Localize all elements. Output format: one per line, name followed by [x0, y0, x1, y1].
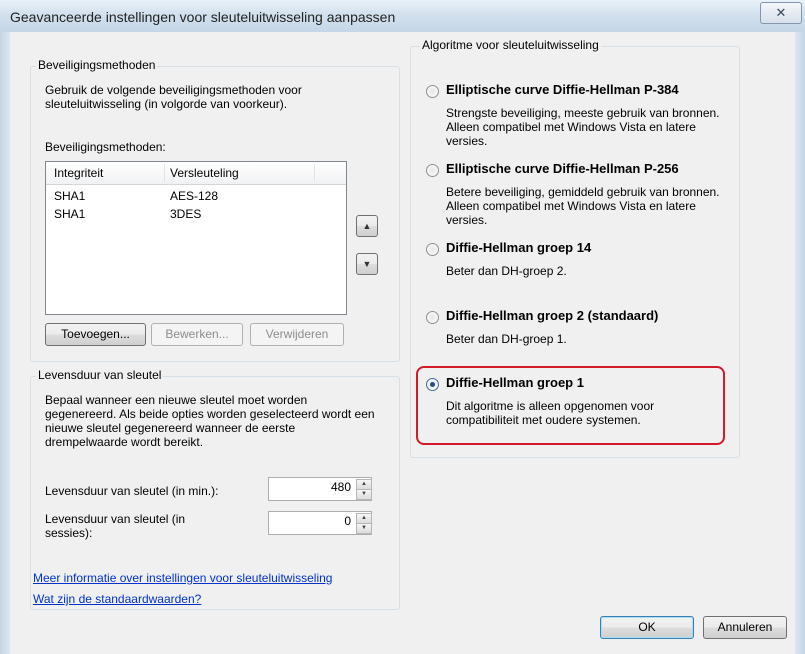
- integrity-cell: SHA1: [54, 189, 86, 203]
- move-up-button[interactable]: ▲: [356, 215, 378, 237]
- encryption-cell: AES-128: [170, 189, 219, 203]
- sessions-label: Levensduur van sleutel (in sessies):: [45, 512, 186, 540]
- remove-button[interactable]: Verwijderen: [250, 323, 344, 346]
- option-description-dh-group-2: Beter dan DH-groep 1.: [446, 332, 567, 346]
- security-methods-list[interactable]: Integriteit Versleuteling SHA1 AES-128 S…: [45, 161, 347, 315]
- security-methods-list-label: Beveiligingsmethoden:: [45, 140, 166, 154]
- key-lifetime-title: Levensduur van sleutel: [36, 368, 164, 382]
- add-button[interactable]: Toevoegen...: [45, 323, 146, 346]
- move-down-button[interactable]: ▼: [356, 253, 378, 275]
- ok-button[interactable]: OK: [600, 616, 694, 639]
- option-description-ecdh-p256: Betere beveiliging, gemiddeld gebruik va…: [446, 185, 720, 227]
- radio-selected-dot: [430, 382, 435, 387]
- security-methods-description: Gebruik de volgende beveiligingsmethoden…: [45, 83, 302, 111]
- radio-dh-group-1[interactable]: [426, 378, 439, 391]
- option-label-dh-group-14[interactable]: Diffie-Hellman groep 14: [446, 240, 591, 255]
- column-divider: [164, 164, 165, 182]
- sessions-value[interactable]: 0: [344, 514, 351, 528]
- option-description-dh-group-1: Dit algoritme is alleen opgenomen voor c…: [446, 399, 655, 427]
- option-description-ecdh-p384: Strengste beveiliging, meeste gebruik va…: [446, 106, 720, 148]
- spin-down-icon[interactable]: ▼: [356, 489, 372, 500]
- radio-ecdh-p256[interactable]: [426, 164, 439, 177]
- minutes-spin-buttons: ▲ ▼: [356, 479, 372, 500]
- radio-dh-group-2[interactable]: [426, 311, 439, 324]
- integrity-cell: SHA1: [54, 207, 86, 221]
- column-header-integrity[interactable]: Integriteit: [54, 166, 103, 180]
- close-icon: ✕: [775, 5, 787, 20]
- sessions-spin-buttons: ▲ ▼: [356, 513, 372, 534]
- minutes-spinner[interactable]: 480 ▲ ▼: [268, 477, 372, 501]
- table-row[interactable]: SHA1 AES-128: [46, 187, 346, 205]
- radio-ecdh-p384[interactable]: [426, 85, 439, 98]
- defaults-link[interactable]: Wat zijn de standaardwaarden?: [33, 592, 201, 606]
- window-frame-right: [795, 32, 805, 654]
- key-lifetime-description: Bepaal wanneer een nieuwe sleutel moet w…: [45, 393, 375, 449]
- option-label-ecdh-p384[interactable]: Elliptische curve Diffie-Hellman P-384: [446, 82, 679, 97]
- title-bar: Geavanceerde instellingen voor sleutelui…: [0, 0, 805, 33]
- close-button[interactable]: ✕: [760, 2, 802, 24]
- window-title: Geavanceerde instellingen voor sleutelui…: [10, 9, 396, 25]
- minutes-label: Levensduur van sleutel (in min.):: [45, 484, 219, 498]
- option-label-ecdh-p256[interactable]: Elliptische curve Diffie-Hellman P-256: [446, 161, 679, 176]
- arrow-up-icon: ▲: [362, 221, 372, 231]
- column-header-encryption[interactable]: Versleuteling: [170, 166, 239, 180]
- sessions-spinner[interactable]: 0 ▲ ▼: [268, 511, 372, 535]
- more-info-link[interactable]: Meer informatie over instellingen voor s…: [33, 571, 332, 585]
- option-label-dh-group-1[interactable]: Diffie-Hellman groep 1: [446, 375, 584, 390]
- minutes-value[interactable]: 480: [331, 480, 351, 494]
- radio-dh-group-14[interactable]: [426, 243, 439, 256]
- cancel-button[interactable]: Annuleren: [703, 616, 787, 639]
- list-header: Integriteit Versleuteling: [46, 162, 346, 185]
- window-frame-left: [0, 32, 10, 654]
- option-label-dh-group-2[interactable]: Diffie-Hellman groep 2 (standaard): [446, 308, 658, 323]
- encryption-cell: 3DES: [170, 207, 202, 221]
- algorithm-title: Algoritme voor sleuteluitwisseling: [420, 38, 601, 52]
- edit-button[interactable]: Bewerken...: [151, 323, 243, 346]
- security-methods-title: Beveiligingsmethoden: [36, 58, 158, 72]
- column-divider: [314, 164, 315, 182]
- table-row[interactable]: SHA1 3DES: [46, 205, 346, 223]
- option-description-dh-group-14: Beter dan DH-groep 2.: [446, 264, 567, 278]
- spin-down-icon[interactable]: ▼: [356, 523, 372, 534]
- arrow-down-icon: ▼: [362, 259, 372, 269]
